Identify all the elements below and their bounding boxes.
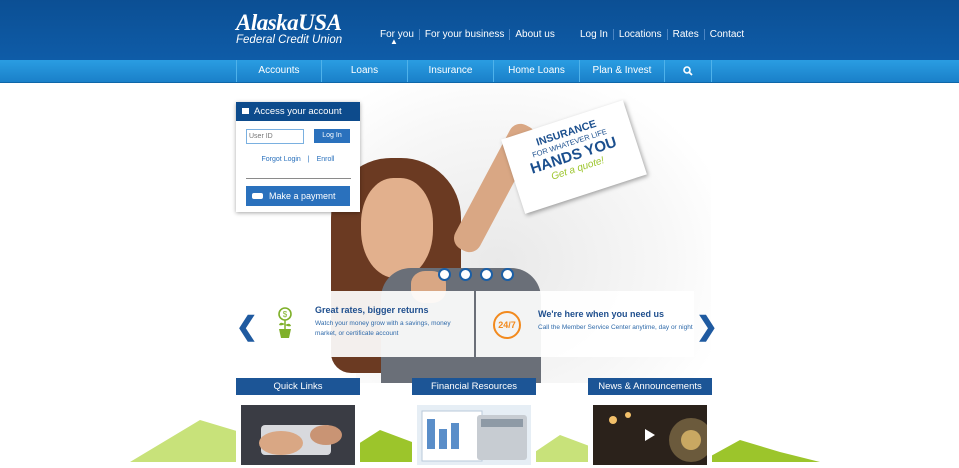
divider: [246, 178, 351, 179]
carousel-dot-3[interactable]: [480, 268, 493, 281]
quick-links-title: Quick Links: [236, 378, 360, 395]
login-header: Access your account: [236, 102, 360, 121]
logo-main-text: AlaskaUSA: [236, 10, 342, 35]
logo-sub-text: Federal Credit Union: [236, 34, 343, 46]
main-nav-plan-invest[interactable]: Plan & Invest: [579, 60, 664, 82]
main-nav-home-loans[interactable]: Home Loans: [493, 60, 579, 82]
nav-log-in[interactable]: Log In: [575, 29, 613, 40]
make-payment-button[interactable]: Make a payment: [246, 186, 350, 206]
calculator-image: [417, 405, 531, 465]
news-announcements-card[interactable]: News & Announcements: [588, 378, 712, 468]
nav-about-us[interactable]: About us: [509, 28, 559, 40]
nav-rates[interactable]: Rates: [666, 28, 704, 40]
hero-woman-face: [361, 178, 433, 278]
nav-contact[interactable]: Contact: [703, 28, 749, 40]
promo-rates-text: Watch your money grow with a savings, mo…: [315, 320, 451, 337]
promo-prev-arrow-icon[interactable]: ❮: [236, 311, 258, 342]
forgot-login-link[interactable]: Forgot Login: [262, 156, 301, 163]
promo-next-arrow-icon[interactable]: ❯: [696, 311, 718, 342]
utility-nav: Log In Locations Rates Contact: [575, 27, 749, 41]
clock-247-icon: 24/7: [493, 311, 521, 339]
audience-nav: For you For your business About us: [375, 27, 560, 41]
promo-rates-title[interactable]: Great rates, bigger returns: [315, 305, 429, 315]
login-links: Forgot Login | Enroll: [236, 156, 360, 163]
login-title: Access your account: [254, 106, 342, 117]
financial-resources-card[interactable]: Financial Resources: [412, 378, 536, 468]
promo-support-text: Call the Member Service Center anytime, …: [538, 324, 693, 331]
active-caret-icon: ▲: [390, 37, 398, 46]
carousel-dot-4[interactable]: [501, 268, 514, 281]
nav-locations[interactable]: Locations: [612, 28, 667, 40]
alaska-usa-logo[interactable]: AlaskaUSA Federal Credit Union: [236, 10, 343, 47]
link-separator: |: [307, 156, 310, 163]
car-icon: [252, 193, 263, 199]
header-bar: AlaskaUSA Federal Credit Union For you F…: [0, 0, 959, 60]
search-icon[interactable]: [664, 60, 712, 82]
nav-for-your-business[interactable]: For your business: [418, 28, 509, 40]
carousel-dots: [438, 268, 514, 281]
enroll-link[interactable]: Enroll: [317, 156, 335, 163]
main-nav-accounts[interactable]: Accounts: [236, 60, 321, 82]
carousel-dot-1[interactable]: [438, 268, 451, 281]
log-in-button[interactable]: Log In: [314, 129, 350, 143]
video-thumbnail-image[interactable]: [593, 405, 707, 465]
news-announcements-title: News & Announcements: [588, 378, 712, 395]
login-panel: Access your account Log In Forgot Login …: [236, 102, 360, 212]
promo-strip: ❮ ❯ $ Great rates, bigger returns Watch …: [236, 291, 718, 357]
main-nav: Accounts Loans Insurance Home Loans Plan…: [0, 60, 959, 83]
user-id-input[interactable]: [246, 129, 304, 144]
main-nav-loans[interactable]: Loans: [321, 60, 407, 82]
money-plant-icon: $: [278, 307, 292, 338]
quick-links-card[interactable]: Quick Links: [236, 378, 360, 468]
make-payment-label: Make a payment: [269, 191, 336, 201]
carousel-dot-2[interactable]: [459, 268, 472, 281]
main-nav-insurance[interactable]: Insurance: [407, 60, 493, 82]
phone-hand-image: [241, 405, 355, 465]
promo-support-title[interactable]: We're here when you need us: [538, 309, 664, 319]
lock-icon: [242, 108, 249, 114]
financial-resources-title: Financial Resources: [412, 378, 536, 395]
svg-text:$: $: [283, 310, 288, 319]
